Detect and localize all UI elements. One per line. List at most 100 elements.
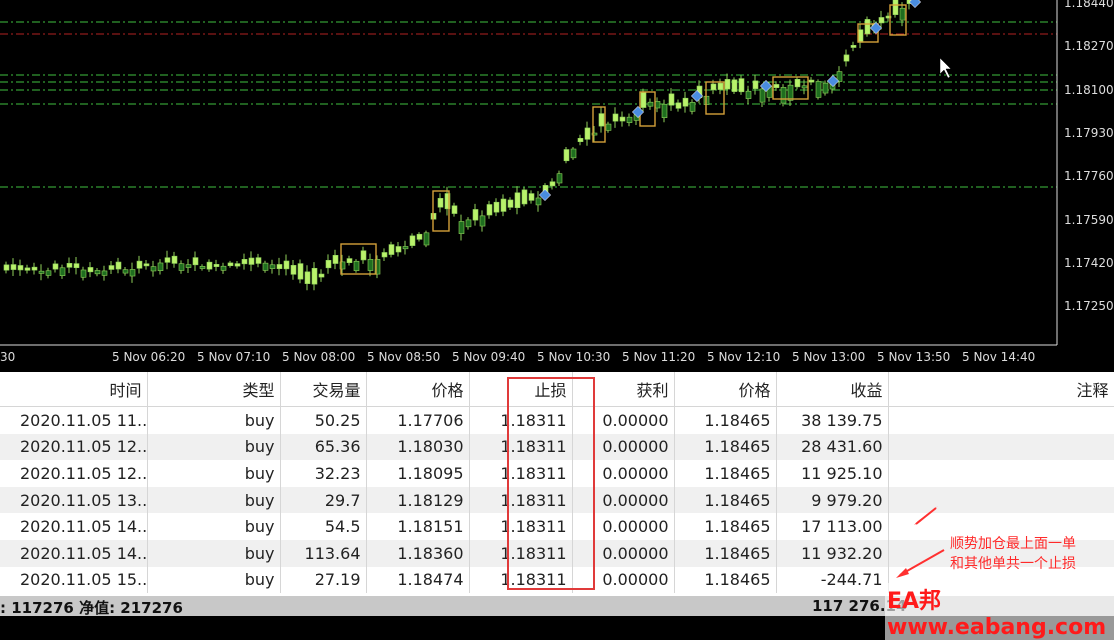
- table-cell: 1.18311: [469, 513, 573, 540]
- candle-body: [864, 19, 871, 35]
- candle-body: [115, 261, 122, 270]
- table-row[interactable]: 2020.11.05 14... buy 113.64 1.18360 1.18311 0…: [0, 539, 1114, 567]
- column-header[interactable]: 交易量: [280, 372, 367, 407]
- candle-body: [759, 88, 766, 103]
- candle-body: [136, 260, 143, 269]
- time-tick-label: 5 Nov 07:10: [197, 350, 271, 364]
- candle-body: [612, 113, 619, 122]
- candle-body: [500, 198, 507, 212]
- candle-body: [381, 252, 388, 258]
- table-cell: 1.18311: [469, 460, 573, 487]
- table-row[interactable]: 2020.11.05 14... buy 54.5 1.18151 1.18311 0.0…: [0, 513, 1114, 540]
- candle-body: [843, 54, 850, 62]
- candle-body: [332, 255, 339, 264]
- candle-body: [514, 192, 521, 208]
- column-header[interactable]: 价格: [366, 372, 470, 407]
- column-header[interactable]: 价格: [674, 372, 777, 407]
- table-cell: buy: [147, 433, 281, 461]
- candle-body: [556, 173, 563, 184]
- table-row[interactable]: 2020.11.05 11... buy 50.25 1.17706 1.18311 0.…: [0, 406, 1114, 434]
- candle-body: [535, 197, 542, 206]
- balance-equity-text: : 117276 净值: 217276: [0, 599, 183, 617]
- column-header[interactable]: 收益: [776, 372, 889, 407]
- candle-body: [563, 149, 570, 162]
- candle-body: [24, 267, 31, 271]
- price-tick-label: 1.17420: [1064, 255, 1114, 270]
- table-cell: 1.18129: [366, 486, 470, 514]
- candle-body: [878, 17, 885, 24]
- table-cell: 1.18311: [469, 539, 573, 567]
- candle-body: [388, 244, 395, 255]
- candle-body: [850, 45, 857, 48]
- table-cell: 0.00000: [572, 433, 675, 461]
- candle-body: [787, 84, 794, 101]
- candle-body: [108, 265, 115, 270]
- candle-body: [122, 269, 129, 274]
- time-tick-label: 5 Nov 13:50: [877, 350, 951, 364]
- table-cell: [888, 406, 1114, 434]
- candle-body: [185, 264, 192, 268]
- candle-body: [73, 263, 80, 269]
- table-cell: 38 139.75: [776, 406, 889, 434]
- candle-body: [892, 0, 899, 15]
- time-tick-label: 5 Nov 06:20: [112, 350, 186, 364]
- candle-body: [654, 101, 661, 109]
- candle-body: [199, 266, 206, 269]
- candle-body: [346, 258, 353, 264]
- table-cell: 1.18095: [366, 460, 470, 487]
- candle-body: [87, 267, 94, 273]
- table-row[interactable]: 2020.11.05 12... buy 32.23 1.18095 1.18311 0.…: [0, 460, 1114, 487]
- candle-body: [724, 79, 731, 90]
- candle-body: [640, 92, 647, 108]
- column-header[interactable]: 获利: [572, 372, 675, 407]
- candlestick-chart[interactable]: [0, 0, 1114, 372]
- candle-body: [409, 235, 416, 246]
- positions-table: 时间 类型 交易量 价格 止损 获利 价格 收益 注释 2020.11.05 11... buy 5…: [0, 372, 1114, 594]
- price-tick-label: 1.17930: [1064, 125, 1114, 140]
- candle-body: [668, 93, 675, 106]
- table-cell: 1.17706: [366, 406, 470, 434]
- table-cell: 32.23: [280, 460, 367, 487]
- table-row[interactable]: 2020.11.05 13... buy 29.7 1.18129 1.18311 0.0…: [0, 486, 1114, 514]
- candle-body: [178, 263, 185, 271]
- candle-body: [171, 255, 178, 264]
- candle-body: [276, 264, 283, 269]
- candle-body: [437, 198, 444, 208]
- column-header[interactable]: 时间: [0, 372, 148, 407]
- table-cell: buy: [147, 406, 281, 434]
- table-cell: 2020.11.05 11...: [0, 406, 148, 434]
- candle-body: [731, 79, 738, 92]
- table-cell: [888, 486, 1114, 514]
- candle-body: [458, 221, 465, 234]
- candle-body: [304, 271, 311, 284]
- candle-body: [689, 102, 696, 112]
- table-cell: 11 932.20: [776, 539, 889, 567]
- candle-body: [584, 127, 591, 140]
- table-cell: 1.18465: [674, 406, 777, 434]
- table-cell: 0.00000: [572, 406, 675, 434]
- candle-body: [220, 265, 227, 271]
- table-cell: 1.18465: [674, 513, 777, 540]
- table-cell: 113.64: [280, 539, 367, 567]
- candle-body: [752, 80, 759, 89]
- candle-body: [311, 267, 318, 285]
- candle-body: [52, 263, 59, 270]
- table-cell: [888, 433, 1114, 461]
- table-cell: 2020.11.05 12...: [0, 460, 148, 487]
- time-tick-label: 5 Nov 11:20: [622, 350, 696, 364]
- candle-body: [710, 83, 717, 91]
- candle-body: [528, 193, 535, 201]
- column-header[interactable]: 类型: [147, 372, 281, 407]
- table-cell: 0.00000: [572, 513, 675, 540]
- table-row[interactable]: 2020.11.05 12... buy 65.36 1.18030 1.18311 0.…: [0, 433, 1114, 461]
- table-cell: 1.18360: [366, 539, 470, 567]
- candle-body: [3, 264, 10, 271]
- table-cell: buy: [147, 460, 281, 487]
- table-cell: 1.18311: [469, 486, 573, 514]
- column-header[interactable]: 止损: [469, 372, 573, 407]
- table-cell: buy: [147, 566, 281, 594]
- price-chart[interactable]: 1.18440 1.18270 1.18100 1.17930 1.17760 1.175…: [0, 0, 1114, 372]
- candle-body: [283, 260, 290, 270]
- price-tick-label: 1.18100: [1064, 82, 1114, 97]
- column-header[interactable]: 注释: [888, 372, 1114, 407]
